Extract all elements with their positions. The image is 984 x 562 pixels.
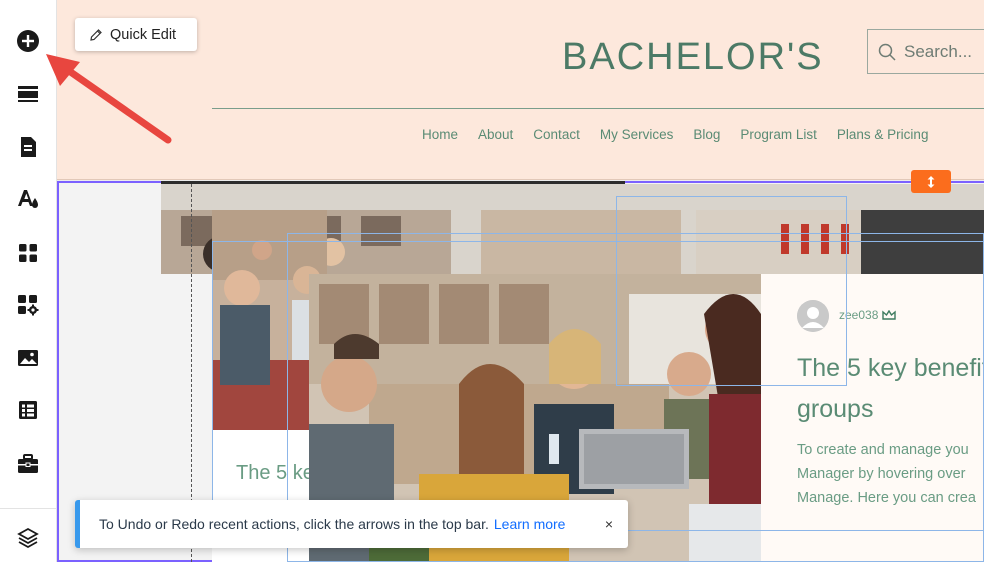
- editor-window: BACHELOR'S Search... Home About Contact …: [0, 0, 984, 562]
- toast-message: To Undo or Redo recent actions, click th…: [99, 516, 489, 532]
- blog-card-left-title[interactable]: The 5 ke: [236, 462, 314, 485]
- site-header[interactable]: BACHELOR'S Search... Home About Contact …: [57, 0, 984, 180]
- add-icon[interactable]: [14, 27, 42, 55]
- sections-icon[interactable]: [14, 80, 42, 108]
- business-icon[interactable]: [14, 450, 42, 478]
- nav-item-program-list[interactable]: Program List: [740, 127, 817, 142]
- nav-item-contact[interactable]: Contact: [533, 127, 580, 142]
- site-logo[interactable]: BACHELOR'S: [562, 36, 824, 79]
- crown-icon: [882, 310, 897, 320]
- nav-item-plans-pricing[interactable]: Plans & Pricing: [837, 127, 929, 142]
- search-placeholder: Search...: [904, 41, 973, 61]
- media-icon[interactable]: [14, 344, 42, 372]
- nav-item-blog[interactable]: Blog: [693, 127, 720, 142]
- author-name-row[interactable]: zee038: [839, 308, 897, 322]
- quick-edit-button[interactable]: Quick Edit: [75, 18, 197, 51]
- cms-icon[interactable]: [14, 396, 42, 424]
- author-avatar[interactable]: [797, 300, 829, 332]
- nav-item-home[interactable]: Home: [422, 127, 458, 142]
- site-canvas[interactable]: BACHELOR'S Search... Home About Contact …: [57, 0, 984, 562]
- blog-post-card[interactable]: zee038 The 5 key benefit groups To creat…: [761, 274, 984, 562]
- section-resize-handle[interactable]: [911, 170, 951, 193]
- post-excerpt-line-1: To create and manage you: [797, 442, 969, 458]
- editor-left-toolbar: [0, 0, 57, 562]
- design-icon[interactable]: [14, 185, 42, 213]
- header-divider-line: [212, 108, 984, 109]
- app-market-icon[interactable]: [14, 291, 42, 319]
- learn-more-link[interactable]: Learn more: [494, 516, 566, 532]
- nav-item-about[interactable]: About: [478, 127, 513, 142]
- pages-icon[interactable]: [14, 133, 42, 161]
- search-icon: [878, 43, 896, 61]
- undo-redo-toast: To Undo or Redo recent actions, click th…: [75, 500, 628, 548]
- pencil-icon: [90, 28, 102, 41]
- apps-icon[interactable]: [14, 239, 42, 267]
- post-title-line-2: groups: [797, 395, 874, 423]
- quick-edit-label: Quick Edit: [110, 26, 177, 43]
- post-title[interactable]: The 5 key benefit groups: [797, 348, 984, 430]
- post-excerpt-line-2: Manager by hovering over: [797, 466, 966, 482]
- layers-icon[interactable]: [14, 524, 42, 552]
- site-nav-menu[interactable]: Home About Contact My Services Blog Prog…: [422, 127, 928, 142]
- post-title-line-1: The 5 key benefit: [797, 354, 984, 382]
- site-search-box[interactable]: Search...: [867, 29, 984, 74]
- author-name[interactable]: zee038: [839, 308, 878, 322]
- post-excerpt-line-3: Manage. Here you can crea: [797, 490, 976, 506]
- post-excerpt: To create and manage you Manager by hove…: [797, 438, 976, 510]
- vertical-resize-icon: [927, 175, 935, 188]
- toolbar-divider: [0, 508, 57, 509]
- nav-item-my-services[interactable]: My Services: [600, 127, 674, 142]
- close-icon[interactable]: ×: [605, 516, 613, 532]
